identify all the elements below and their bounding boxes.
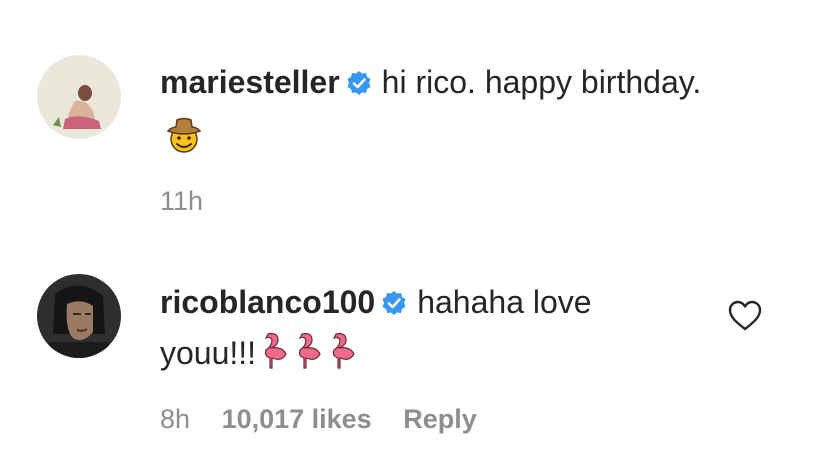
- username-link[interactable]: mariesteller: [160, 64, 340, 100]
- comment-meta: 11h: [160, 186, 227, 217]
- reply-button[interactable]: Reply: [403, 404, 477, 434]
- username-link[interactable]: ricoblanco100: [160, 284, 375, 320]
- comment-text: hi rico. happy birthday.: [381, 64, 702, 100]
- comment-text-line2: youu!!!: [160, 335, 257, 371]
- cowboy-face-emoji-icon: [160, 109, 720, 157]
- comment-timestamp: 8h: [160, 404, 191, 434]
- comment-meta: 8h 10,017 likes Reply: [160, 404, 501, 435]
- comment-item: ricoblanco100 hahaha love youu!!! 8h 10,0…: [0, 230, 825, 472]
- flamingo-emoji-icons: [258, 330, 360, 383]
- likes-count-link[interactable]: 10,017 likes: [222, 404, 372, 434]
- comment-text-line1: hahaha love: [417, 284, 592, 320]
- verified-badge-icon: [346, 61, 372, 109]
- comment-body: ricoblanco100 hahaha love youu!!!: [160, 278, 720, 383]
- avatar[interactable]: [37, 274, 121, 358]
- avatar-image: [37, 274, 121, 358]
- avatar[interactable]: [37, 55, 121, 139]
- verified-badge-icon: [381, 281, 407, 329]
- comment-item: mariesteller hi rico. happy birthday. 11h: [0, 0, 825, 230]
- heart-outline-icon[interactable]: [728, 300, 762, 337]
- avatar-image: [37, 55, 121, 139]
- comment-body: mariesteller hi rico. happy birthday.: [160, 58, 720, 157]
- comment-timestamp: 11h: [160, 186, 204, 216]
